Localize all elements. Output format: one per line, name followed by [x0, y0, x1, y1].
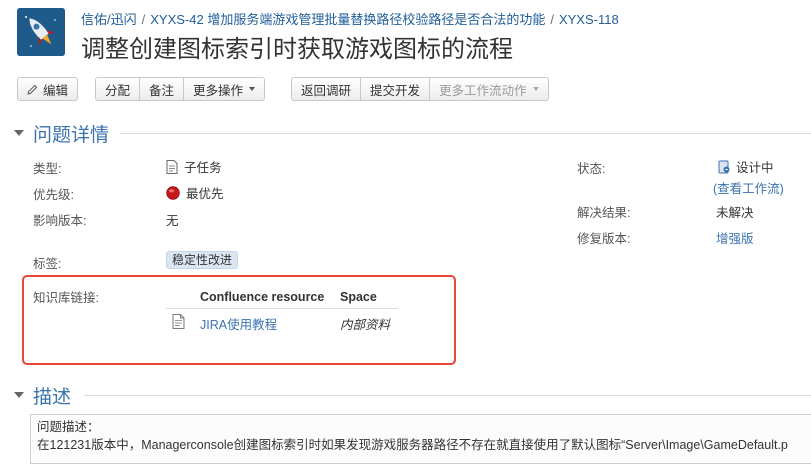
breadcrumb-project[interactable]: 信佑/迅闪 [81, 12, 137, 27]
description-line-1: 问题描述： [37, 420, 100, 434]
priority-label: 优先级: [33, 188, 74, 202]
status-design-icon [717, 160, 731, 174]
section-divider [120, 133, 811, 134]
section-divider [84, 395, 811, 396]
chevron-down-icon [249, 87, 256, 91]
status-label: 状态: [577, 162, 606, 176]
subtask-document-icon [166, 159, 178, 174]
comment-button[interactable]: 备注 [140, 77, 185, 101]
affects-version-value: 无 [166, 214, 179, 228]
project-logo-icon[interactable] [17, 8, 65, 56]
type-label: 类型: [33, 162, 62, 176]
status-value: 设计中 [717, 157, 774, 176]
breadcrumb-separator: / [550, 12, 554, 27]
action-group: 分配 备注 更多操作 [95, 77, 266, 101]
breadcrumb-separator: / [141, 12, 146, 27]
table-divider [166, 308, 398, 309]
label-tag-text: 稳定性改进 [166, 251, 239, 269]
chevron-down-icon [532, 87, 539, 91]
more-actions-button[interactable]: 更多操作 [184, 77, 266, 101]
workflow-group: 返回调研 提交开发 更多工作流动作 [291, 77, 549, 101]
breadcrumb-issue-key[interactable]: XYXS-118 [559, 12, 619, 27]
pencil-icon [27, 84, 38, 95]
more-workflow-label: 更多工作流动作 [439, 83, 527, 98]
label-tag[interactable]: 稳定性改进 [166, 251, 239, 269]
knowledge-links-label: 知识库链接: [33, 291, 99, 305]
submit-dev-button[interactable]: 提交开发 [361, 77, 431, 101]
edit-label: 编辑 [43, 83, 69, 98]
status-text: 设计中 [736, 161, 774, 175]
back-to-research-button[interactable]: 返回调研 [291, 77, 362, 101]
caret-down-icon [14, 392, 24, 398]
knowledge-space-value: 内部资料 [340, 318, 391, 332]
knowledge-resource-link[interactable]: JIRA使用教程 [200, 314, 277, 333]
edit-button[interactable]: 编辑 [17, 77, 79, 101]
priority-text: 最优先 [186, 187, 224, 201]
assign-button[interactable]: 分配 [95, 77, 141, 101]
details-section-title: 问题详情 [33, 124, 110, 146]
description-box: 问题描述： 在121231版本中，Managerconsole创建图标索引时如果… [30, 414, 811, 464]
priority-blocker-icon [166, 185, 180, 200]
type-text: 子任务 [184, 161, 222, 175]
affects-version-label: 影响版本: [33, 214, 87, 228]
page-document-icon [172, 314, 185, 329]
more-actions-label: 更多操作 [193, 83, 244, 98]
breadcrumb-parent-issue[interactable]: XYXS-42 增加服务端游戏管理批量替换路径校验路径是否合法的功能 [150, 12, 545, 27]
caret-down-icon [14, 130, 24, 136]
priority-value: 最优先 [166, 183, 224, 202]
edit-group: 编辑 [17, 77, 79, 101]
resolution-value: 未解决 [716, 206, 754, 220]
type-value: 子任务 [166, 157, 222, 176]
description-section-toggle[interactable]: 描述 [14, 383, 72, 408]
fix-version-label: 修复版本: [577, 232, 631, 246]
breadcrumb: 信佑/迅闪 / XYXS-42 增加服务端游戏管理批量替换路径校验路径是否合法的功能… [81, 9, 619, 28]
fix-version-link[interactable]: 增强版 [716, 228, 754, 247]
view-workflow-link[interactable]: (查看工作流) [713, 178, 784, 197]
more-workflow-button[interactable]: 更多工作流动作 [430, 77, 549, 101]
resolution-label: 解决结果: [577, 206, 631, 220]
description-line-2: 在121231版本中，Managerconsole创建图标索引时如果发现游戏服务… [37, 438, 788, 452]
details-section-toggle[interactable]: 问题详情 [14, 121, 110, 146]
confluence-resource-header: Confluence resource [200, 290, 325, 304]
page-title: 调整创建图标索引时获取游戏图标的流程 [81, 36, 513, 63]
labels-label: 标签: [33, 257, 62, 271]
description-section-title: 描述 [33, 386, 72, 408]
space-header: Space [340, 290, 377, 304]
